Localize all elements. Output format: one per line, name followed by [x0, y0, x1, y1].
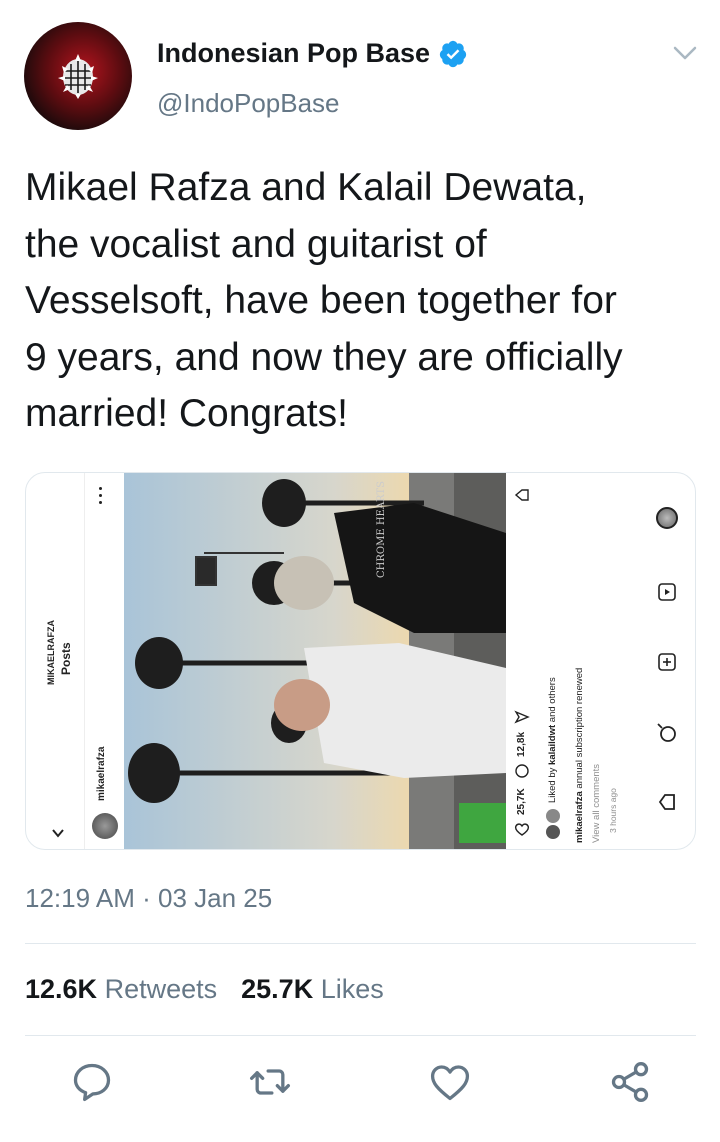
- ig-like-icon[interactable]: [514, 821, 530, 837]
- ig-save-icon[interactable]: [514, 487, 530, 503]
- tweet-text-line: the vocalist and guitarist of: [25, 222, 487, 266]
- tweet-text-line: Mikael Rafza and Kalail Dewata,: [25, 166, 587, 209]
- ig-liked-avatars: [546, 809, 562, 843]
- ig-caption: mikaelrafza annual subscription renewed: [574, 668, 585, 843]
- like-icon[interactable]: [428, 1060, 472, 1104]
- tweet-stats: 12.6K Retweets 25.7K Likes: [25, 974, 384, 1005]
- ig-comment-icon[interactable]: [514, 763, 530, 779]
- ig-posted-ago: 3 hours ago: [608, 788, 618, 833]
- tweet-time: 12:19 AM: [25, 883, 135, 913]
- ig-search-icon[interactable]: [656, 723, 678, 745]
- ig-new-post-icon[interactable]: [656, 651, 678, 673]
- ig-caption-user[interactable]: mikaelrafza: [574, 791, 585, 843]
- retweets-count: 12.6K: [25, 974, 98, 1004]
- tweet-date: 03 Jan 25: [158, 883, 273, 913]
- retweet-icon[interactable]: [248, 1060, 292, 1104]
- retweets-label: Retweets: [104, 974, 218, 1004]
- tweet-media-image[interactable]: MIKAELRAFZA Posts mikaelrafza CHROME HEA…: [25, 472, 696, 850]
- ig-profile-avatar[interactable]: [656, 507, 678, 529]
- ig-caption-text: annual subscription renewed: [574, 667, 585, 789]
- ig-likes-count: 25,7K: [516, 788, 527, 815]
- share-icon[interactable]: [608, 1060, 652, 1104]
- timestamp-separator: ·: [142, 883, 151, 913]
- tweet-text: Mikael Rafza and Kalail Dewata, the voca…: [25, 160, 705, 443]
- ig-profile-title: MIKAELRAFZA: [46, 620, 56, 685]
- tweet-text-line: married! Congrats!: [25, 392, 348, 435]
- ig-liked-by-user[interactable]: kalaildwt: [547, 725, 558, 765]
- tweet-text-line: 9 years, and now they are officially: [25, 335, 623, 379]
- ig-posts-label: Posts: [59, 642, 73, 675]
- ig-view-comments[interactable]: View all comments: [591, 764, 602, 843]
- ig-comments-count: 12,8k: [516, 731, 527, 757]
- back-chevron-icon[interactable]: [50, 825, 66, 841]
- reply-icon[interactable]: [70, 1060, 114, 1104]
- likes-count: 25.7K: [241, 974, 314, 1004]
- chevron-down-icon[interactable]: [670, 38, 700, 68]
- ig-liked-by-prefix: Liked by: [547, 767, 558, 803]
- tweet-text-line: Vesselsoft, have been together for: [25, 279, 617, 322]
- ig-liked-by-suffix: and others: [547, 677, 558, 723]
- more-options-icon[interactable]: [99, 487, 103, 507]
- divider: [25, 943, 696, 944]
- display-name[interactable]: Indonesian Pop Base: [157, 38, 430, 69]
- ig-home-icon[interactable]: [656, 791, 678, 813]
- shirt-print-text: CHROME HEARTS: [376, 481, 387, 578]
- strip-divider: [84, 473, 85, 849]
- ig-liked-by: Liked by kalaildwt and others: [547, 677, 558, 803]
- ig-avatar[interactable]: [92, 813, 118, 839]
- spiky-emblem-icon: [58, 54, 98, 99]
- divider: [25, 1035, 696, 1036]
- verified-badge-icon: [439, 40, 467, 67]
- ig-post-photo: CHROME HEARTS: [124, 473, 506, 849]
- avatar[interactable]: [24, 22, 132, 130]
- ig-reels-icon[interactable]: [656, 581, 678, 603]
- likes-label: Likes: [320, 974, 384, 1004]
- ig-username[interactable]: mikaelrafza: [96, 747, 107, 801]
- ig-share-icon[interactable]: [514, 709, 530, 725]
- retweets-stat[interactable]: 12.6K Retweets: [25, 974, 217, 1005]
- likes-stat[interactable]: 25.7K Likes: [241, 974, 384, 1005]
- tweet-timestamp[interactable]: 12:19 AM · 03 Jan 25: [25, 883, 272, 914]
- user-handle[interactable]: @IndoPopBase: [157, 88, 340, 119]
